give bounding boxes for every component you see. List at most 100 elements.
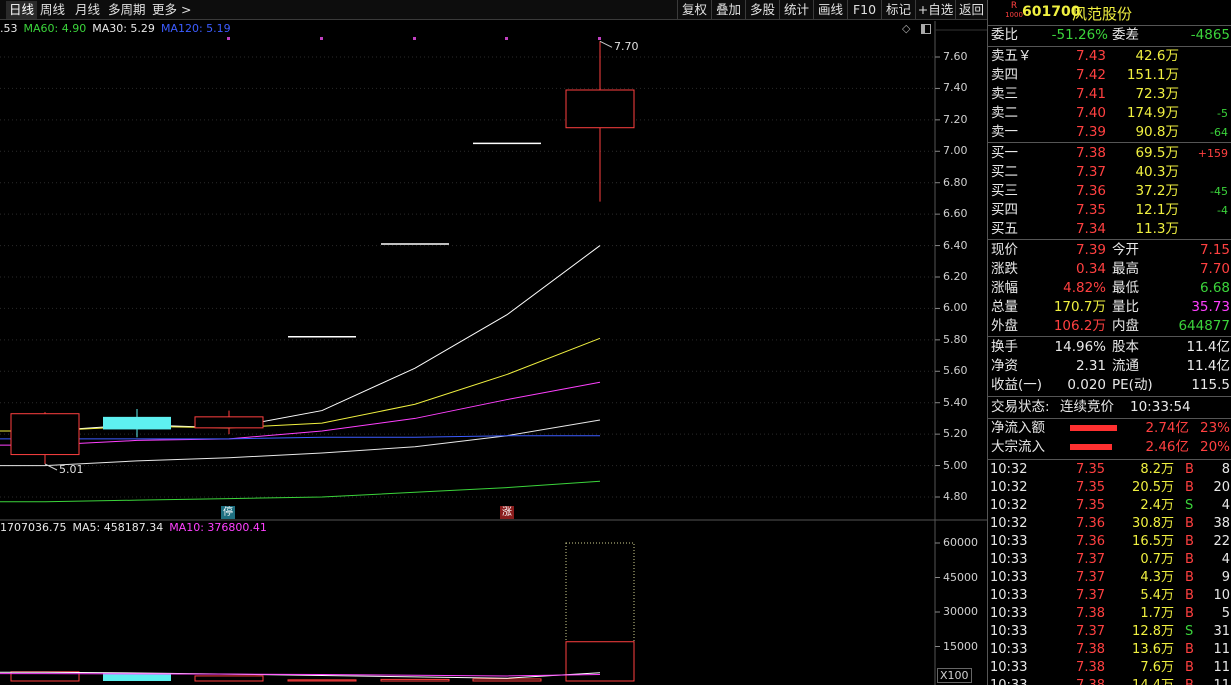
price-tick-label: 5.00 — [943, 458, 968, 472]
price-tick-label: 7.60 — [943, 50, 968, 63]
tick-side: B — [1185, 462, 1194, 477]
tick-row: 10:32 7.35 2.4万 S 4 — [988, 497, 1231, 515]
tick-row: 10:33 7.38 14.4万 B 11 — [988, 677, 1231, 685]
tick-count: 20 — [1213, 480, 1230, 495]
tick-volume: 4.3万 — [1140, 570, 1174, 585]
quote-value: 106.2万 — [1053, 318, 1106, 334]
candle-body — [194, 416, 264, 429]
sell-price: 7.39 — [1075, 124, 1106, 140]
tick-volume: 12.8万 — [1132, 624, 1174, 639]
volume-tick-label: 15000 — [943, 639, 978, 653]
buy-level-row: 买二 7.37 40.3万 — [988, 163, 1231, 182]
toolbar-button-7[interactable]: +自选 — [915, 0, 955, 20]
max-price-label: 7.70 — [614, 40, 639, 54]
period-tab-1[interactable]: 周线 — [40, 1, 65, 19]
tick-time: 10:33 — [990, 660, 1028, 675]
stock-name: 风范股份 — [1072, 5, 1133, 23]
tick-count: 9 — [1221, 570, 1230, 585]
tick-volume: 8.2万 — [1140, 462, 1174, 477]
trade-state-value: 连续竞价 — [1060, 399, 1114, 415]
halt-marker[interactable]: 停 — [221, 506, 235, 519]
buy-level-row: 买四 7.35 12.1万 -4 — [988, 201, 1231, 220]
sell-level-row: 卖三 7.41 72.3万 — [988, 85, 1231, 104]
volume-bar — [287, 679, 357, 682]
fundamental-label: PE(动) — [1112, 377, 1153, 393]
tick-volume: 20.5万 — [1132, 480, 1174, 495]
tick-time: 10:33 — [990, 534, 1028, 549]
diamond-icon[interactable]: ◇ — [902, 22, 910, 35]
toolbar-button-3[interactable]: 统计 — [779, 0, 813, 20]
fundamental-value: 2.31 — [1075, 358, 1106, 374]
vol-legend-item: MA10: 376800.41 — [169, 521, 267, 534]
tick-side: B — [1185, 642, 1194, 657]
kline-chart[interactable] — [0, 21, 987, 685]
period-tab-3[interactable]: 多周期 — [108, 1, 146, 19]
trade-state-label: 交易状态: — [991, 399, 1050, 415]
limit-up-marker[interactable]: 涨 — [500, 506, 514, 519]
tick-row: 10:33 7.38 13.6万 B 11 — [988, 641, 1231, 659]
fundamental-row: 净资 2.31 流通 11.4亿 — [988, 357, 1231, 376]
toolbar-button-8[interactable]: 返回 — [955, 0, 987, 20]
quote-value: 170.7万 — [1053, 299, 1106, 315]
tick-time: 10:33 — [990, 570, 1028, 585]
sell-volume: 90.8万 — [1135, 124, 1179, 140]
sell-volume: 151.1万 — [1126, 67, 1179, 83]
max-pointer — [599, 40, 613, 48]
sell-level-label: 卖四 — [991, 67, 1018, 83]
toolbar-button-2[interactable]: 多股 — [745, 0, 779, 20]
buy-level-row: 买五 7.34 11.3万 — [988, 220, 1231, 239]
price-tick-label: 6.00 — [943, 301, 968, 315]
tick-time: 10:33 — [990, 624, 1028, 639]
tick-count: 31 — [1213, 624, 1230, 639]
fundamental-value: 11.4亿 — [1186, 358, 1230, 374]
flow-row: 大宗流入 2.46亿 20% — [988, 438, 1231, 457]
toolbar-button-4[interactable]: 画线 — [813, 0, 847, 20]
badge-bottom: 1000 — [1005, 11, 1023, 19]
sell-level-label: 卖三 — [991, 86, 1018, 102]
sell-price: 7.42 — [1075, 67, 1106, 83]
period-tab-0[interactable]: 日线 — [6, 1, 38, 19]
toolbar-button-6[interactable]: 标记 — [881, 0, 915, 20]
tick-row: 10:33 7.38 7.6万 B 11 — [988, 659, 1231, 677]
buy-level-label: 买二 — [991, 164, 1018, 180]
min-price-label: 5.01 — [59, 463, 84, 476]
toolbar-button-1[interactable]: 叠加 — [711, 0, 745, 20]
quote-label: 涨跌 — [991, 261, 1018, 277]
sell-level-row: 卖五￥ 7.43 42.6万 — [988, 47, 1231, 66]
price-tick-label: 4.80 — [943, 490, 968, 503]
fundamental-label: 收益(一) — [991, 377, 1043, 393]
tick-row: 10:32 7.35 20.5万 B 20 — [988, 479, 1231, 497]
fundamental-label: 换手 — [991, 339, 1018, 355]
kline-chart-area[interactable]: .53 MA60: 4.90 MA30: 5.29 MA120: 5.19 17070… — [0, 21, 987, 685]
tick-count: 4 — [1221, 552, 1230, 567]
margin-badge: R 1000 — [1005, 2, 1023, 20]
tick-time: 10:33 — [990, 606, 1028, 621]
quote-panel: R 1000 601700 风范股份 委比 -51.26% 委差 -4865 卖五￥ 7.43 42… — [987, 0, 1231, 685]
price-tick-label: 7.40 — [943, 81, 968, 95]
tick-price: 7.38 — [1076, 606, 1105, 621]
toolbar-button-5[interactable]: F10 — [847, 0, 881, 20]
tick-row: 10:33 7.36 16.5万 B 22 — [988, 533, 1231, 551]
buy-volume: 12.1万 — [1135, 202, 1179, 218]
tick-volume: 16.5万 — [1132, 534, 1174, 549]
tick-volume: 7.6万 — [1140, 660, 1174, 675]
tick-side: B — [1185, 660, 1194, 675]
tick-volume: 1.7万 — [1140, 606, 1174, 621]
order-diff-value: -4865 — [1190, 27, 1230, 43]
tick-time: 10:32 — [990, 498, 1028, 513]
buy-price: 7.34 — [1075, 221, 1106, 237]
tick-volume: 14.4万 — [1132, 677, 1174, 685]
period-tab-4[interactable]: 更多 > — [152, 1, 191, 19]
flow-pct: 20% — [1199, 439, 1230, 455]
price-tick-label: 6.40 — [943, 238, 968, 252]
buy-level-label: 买三 — [991, 183, 1018, 199]
tick-price: 7.38 — [1076, 677, 1105, 685]
tick-time: 10:32 — [990, 480, 1028, 495]
period-tab-2[interactable]: 月线 — [75, 1, 100, 19]
fundamental-row: 收益(一) 0.020 PE(动) 115.5 — [988, 376, 1231, 395]
panel-toggle-icon[interactable] — [921, 24, 931, 34]
tick-row: 10:33 7.37 12.8万 S 31 — [988, 623, 1231, 641]
toolbar-button-0[interactable]: 复权 — [677, 0, 711, 20]
tick-count: 4 — [1221, 498, 1230, 513]
fundamental-row: 换手 14.96% 股本 11.4亿 — [988, 338, 1231, 357]
